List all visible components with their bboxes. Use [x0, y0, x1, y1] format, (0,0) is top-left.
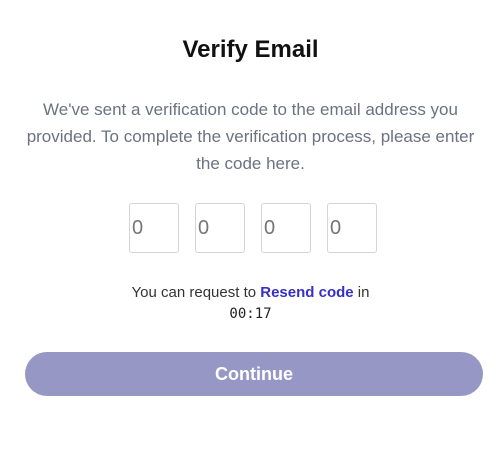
verification-code-inputs [129, 203, 377, 253]
continue-button[interactable]: Continue [25, 352, 483, 396]
code-digit-3[interactable] [261, 203, 311, 253]
resend-prefix: You can request to [131, 284, 261, 301]
resend-countdown-timer: 00:17 [229, 306, 272, 322]
resend-code-link[interactable]: Resend code [260, 284, 353, 301]
page-title: Verify Email [182, 36, 319, 63]
code-digit-2[interactable] [195, 203, 245, 253]
code-digit-1[interactable] [129, 203, 179, 253]
resend-message: You can request to Resend code in [0, 284, 501, 301]
verification-instructions: We've sent a verification code to the em… [26, 100, 475, 173]
resend-suffix: in [353, 284, 370, 301]
code-digit-4[interactable] [327, 203, 377, 253]
